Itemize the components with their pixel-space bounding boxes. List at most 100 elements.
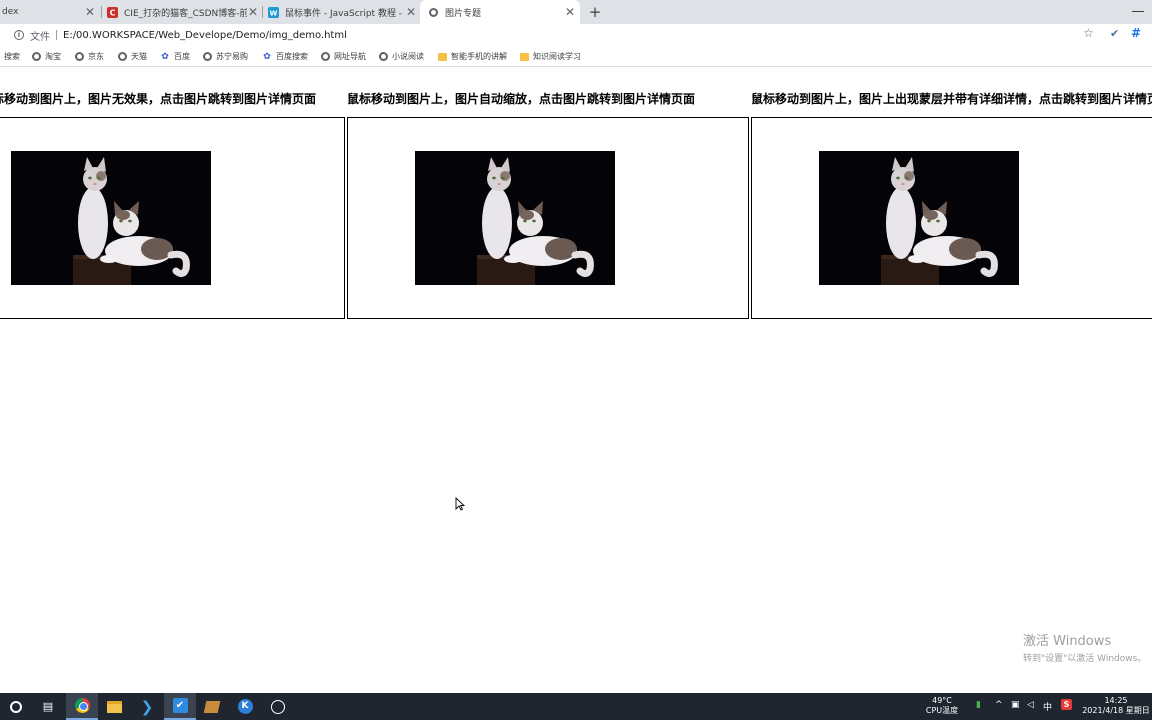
- bookmark-item[interactable]: 搜索: [4, 50, 20, 63]
- bookmark-label: 百度: [174, 52, 190, 61]
- svg-text:W: W: [270, 9, 278, 17]
- globe-icon: [74, 52, 84, 62]
- bookmark-folder[interactable]: 知识阅读学习: [519, 50, 581, 63]
- bookmark-label: 智能手机的讲解: [451, 52, 507, 61]
- new-tab-button[interactable]: +: [586, 2, 604, 22]
- taskbar-k-app[interactable]: K: [229, 693, 261, 720]
- paw-icon: ✿: [263, 51, 271, 62]
- tab-index[interactable]: dex ✕: [0, 0, 96, 24]
- section-heading: 鼠标移动到图片上，图片上出现蒙层并带有详细详情，点击跳转到图片详情页面: [751, 92, 1152, 106]
- tab-strip: dex ✕ C CIE_打杂的猫客_CSDN博客-前端 ✕ W 鼠标事件 - J…: [0, 0, 1152, 24]
- svg-text:C: C: [110, 8, 116, 17]
- watermark-title: 激活 Windows: [1023, 634, 1112, 649]
- chrome-icon: [74, 698, 90, 713]
- volume-icon[interactable]: ◁: [1027, 700, 1034, 710]
- network-icon[interactable]: ▣: [1011, 700, 1020, 710]
- bookmark-item[interactable]: 小说阅读: [378, 50, 424, 63]
- mouse-cursor-icon: [455, 496, 466, 515]
- globe-icon: [378, 52, 388, 62]
- tab-title: 鼠标事件 - JavaScript 教程 - 网道: [285, 8, 405, 19]
- activation-watermark: 激活 Windows 转到"设置"以激活 Windows。: [1023, 630, 1146, 664]
- globe-icon: [117, 52, 127, 62]
- cortana-icon: [10, 700, 22, 713]
- bookmark-folder[interactable]: 智能手机的讲解: [437, 50, 507, 63]
- bookmark-label: 淘宝: [45, 52, 61, 61]
- tab-title: CIE_打杂的猫客_CSDN博客-前端: [124, 8, 247, 19]
- start-button[interactable]: [0, 693, 32, 720]
- globe-icon: [320, 52, 330, 62]
- bookmark-label: 百度搜索: [276, 52, 308, 61]
- minimize-button[interactable]: [1132, 4, 1144, 12]
- cpu-temp-value: 49°C: [932, 696, 952, 705]
- taskbar-notes[interactable]: [196, 693, 228, 720]
- bookmark-label: 京东: [88, 52, 104, 61]
- close-icon[interactable]: ✕: [405, 6, 417, 18]
- tab-divider: [262, 6, 263, 18]
- cat-photo[interactable]: [11, 151, 211, 285]
- close-icon[interactable]: ✕: [247, 6, 259, 18]
- bookmark-label: 知识阅读学习: [533, 52, 581, 61]
- clock-icon: [271, 699, 285, 714]
- sogou-icon[interactable]: S: [1061, 699, 1072, 710]
- tab-wangdoc[interactable]: W 鼠标事件 - JavaScript 教程 - 网道 ✕: [268, 0, 417, 24]
- tab-title: 图片专题: [445, 8, 482, 19]
- globe-icon: [202, 52, 212, 62]
- task-view-button[interactable]: ▤: [32, 693, 64, 720]
- tab-image-topic[interactable]: 图片专题 ✕: [420, 0, 580, 24]
- wangdoc-icon: W: [268, 6, 279, 18]
- close-icon[interactable]: ✕: [564, 6, 576, 18]
- cat-photo[interactable]: [415, 151, 615, 285]
- taskbar-chrome[interactable]: [66, 693, 98, 720]
- section-heading: 鼠标移动到图片上，图片自动缩放，点击图片跳转到图片详情页面: [347, 92, 696, 106]
- folder-icon: [437, 52, 447, 62]
- bookmark-item[interactable]: 苏宁易购: [202, 50, 248, 63]
- cpu-temp-label: CPU温度: [925, 706, 959, 715]
- address-scheme: 文件: [30, 31, 50, 43]
- watermark-subtitle: 转到"设置"以激活 Windows。: [1023, 654, 1147, 664]
- book-icon: [203, 700, 221, 713]
- folder-icon: [519, 52, 529, 62]
- cat-photo[interactable]: [819, 151, 1019, 285]
- battery-icon[interactable]: ▮: [976, 700, 981, 710]
- bookmark-star-icon[interactable]: ☆: [1083, 26, 1094, 40]
- bookmark-item[interactable]: 天猫: [117, 50, 147, 63]
- bookmark-label: 网址导航: [334, 52, 366, 61]
- section-heading: 鼠标移动到图片上，图片无效果，点击图片跳转到图片详情页面: [0, 92, 317, 106]
- tab-title: dex: [2, 7, 19, 17]
- taskbar-vscode[interactable]: ❯: [131, 693, 163, 720]
- browser-toolbar: i 文件 E:/00.WORKSPACE/Web_Develope/Demo/i…: [0, 24, 1152, 46]
- globe-icon: [428, 7, 439, 18]
- chevron-up-icon[interactable]: ^: [995, 700, 1003, 710]
- address-divider: [56, 30, 57, 40]
- input-method[interactable]: 中: [1043, 700, 1052, 713]
- system-clock[interactable]: 14:25 2021/4/18 星期日: [1080, 696, 1152, 716]
- extension-grid-icon[interactable]: #: [1131, 26, 1141, 40]
- paw-icon: ✿: [161, 51, 169, 62]
- address-bar[interactable]: i 文件 E:/00.WORKSPACE/Web_Develope/Demo/i…: [8, 26, 1100, 44]
- vscode-icon: ❯: [140, 697, 154, 716]
- bookmark-item[interactable]: ✿ 百度: [160, 50, 190, 63]
- folder-icon: [106, 700, 122, 713]
- task-view-icon: ▤: [42, 700, 54, 713]
- bookmark-item[interactable]: 淘宝: [31, 50, 61, 63]
- k-app-icon: K: [237, 699, 253, 714]
- taskbar-explorer[interactable]: [98, 693, 130, 720]
- extension-icon[interactable]: ✔: [1110, 27, 1119, 40]
- taskbar-app[interactable]: ✔: [164, 693, 196, 720]
- clock-time: 14:25: [1104, 696, 1128, 705]
- bookmark-label: 苏宁易购: [216, 52, 248, 61]
- app-icon: ✔: [172, 698, 188, 713]
- info-icon[interactable]: i: [14, 30, 24, 40]
- tab-divider: [101, 6, 102, 18]
- bookmark-item[interactable]: 网址导航: [320, 50, 366, 63]
- tab-csdn[interactable]: C CIE_打杂的猫客_CSDN博客-前端 ✕: [107, 0, 259, 24]
- bookmark-item[interactable]: 京东: [74, 50, 104, 63]
- bookmarks-bar: 搜索 淘宝 京东 天猫 ✿ 百度 苏宁易购 ✿ 百度搜索 网址导航 小说阅读 智…: [0, 46, 1152, 67]
- close-icon[interactable]: ✕: [84, 6, 96, 18]
- address-url[interactable]: E:/00.WORKSPACE/Web_Develope/Demo/img_de…: [63, 30, 347, 41]
- taskbar-clock-app[interactable]: [262, 693, 294, 720]
- bookmark-item[interactable]: ✿ 百度搜索: [262, 50, 308, 63]
- bookmark-label: 搜索: [4, 52, 20, 61]
- clock-date: 2021/4/18 星期日: [1082, 706, 1150, 715]
- cpu-temp-widget[interactable]: 49°C CPU温度: [922, 696, 962, 716]
